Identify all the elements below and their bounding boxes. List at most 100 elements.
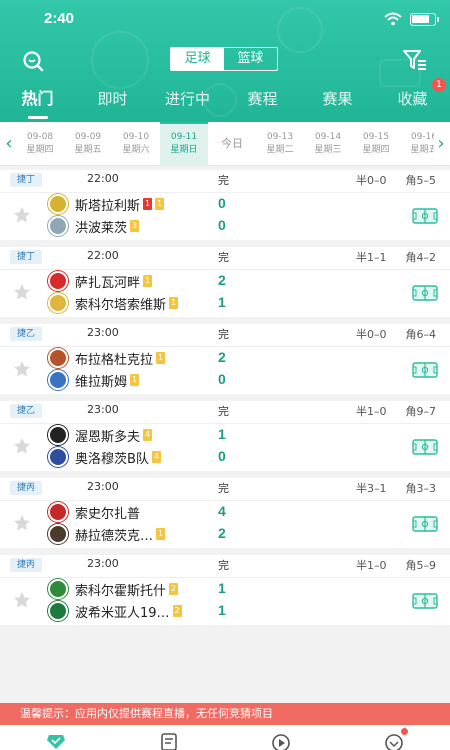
corner-count: 角5–9 bbox=[405, 559, 437, 572]
tab-live[interactable]: 即时 bbox=[75, 86, 150, 120]
date-label: 09-14 bbox=[314, 132, 342, 142]
favorite-star-icon[interactable] bbox=[13, 206, 31, 224]
yellow-card-count: 1 bbox=[155, 198, 165, 210]
league-tag: 捷丙 bbox=[10, 558, 43, 572]
away-team: 奥洛穆茨B队 4 bbox=[48, 447, 218, 467]
nav-news[interactable] bbox=[113, 725, 226, 750]
home-score: 2 bbox=[218, 272, 226, 288]
match-row[interactable]: 捷丙 23:00 完半3–1 角3–3 索史尔扎普 赫拉德茨克… 1 4 2 bbox=[0, 478, 450, 548]
filter-icon[interactable] bbox=[402, 48, 428, 72]
team-name: 布拉格杜克拉 bbox=[75, 352, 154, 368]
date-bar: ‹ 09-08 星期四 09-09 星期五 09-10 星期六 09-11 星期日 今日 09-1… bbox=[0, 122, 450, 166]
tab-basketball[interactable]: 篮球 bbox=[224, 48, 277, 70]
yellow-card-count: 3 bbox=[130, 220, 140, 232]
match-row[interactable]: 捷丁 22:00 完半1–1 角4–2 萨扎瓦河畔 1 索科尔塔索维斯 1 2 1 bbox=[0, 247, 450, 317]
divider bbox=[0, 269, 450, 270]
home-score: 4 bbox=[218, 503, 226, 519]
team-name: 斯塔拉利斯 bbox=[75, 198, 141, 214]
match-status: 完 bbox=[218, 482, 229, 495]
date-label: 09-16 bbox=[410, 132, 434, 142]
corner-count: 角6–4 bbox=[405, 328, 437, 341]
favorite-star-icon[interactable] bbox=[13, 283, 31, 301]
tab-results[interactable]: 赛果 bbox=[300, 86, 375, 120]
tab-in-progress[interactable]: 进行中 bbox=[150, 86, 225, 120]
team-logo-icon bbox=[48, 271, 68, 291]
tab-football[interactable]: 足球 bbox=[171, 48, 224, 70]
match-row[interactable]: 捷乙 23:00 完半1–0 角9–7 渥恩斯多夫 4 奥洛穆茨B队 4 1 0 bbox=[0, 401, 450, 471]
weekday-label: 星期五 bbox=[410, 145, 434, 155]
favorite-star-icon[interactable] bbox=[13, 591, 31, 609]
favorites-badge: 1 bbox=[432, 78, 446, 92]
search-icon[interactable] bbox=[22, 50, 44, 72]
nav-profile[interactable] bbox=[338, 725, 450, 750]
match-row[interactable]: 捷丁 22:00 完半0–0 角5–5 斯塔拉利斯 1 1 洪波莱茨 3 0 0 bbox=[0, 170, 450, 240]
date-label: 09-15 bbox=[362, 132, 390, 142]
pitch-icon[interactable] bbox=[412, 593, 438, 609]
divider bbox=[0, 192, 450, 193]
match-status: 完 bbox=[218, 174, 229, 187]
profile-icon bbox=[384, 734, 403, 750]
chevron-left-icon[interactable]: ‹ bbox=[2, 134, 16, 154]
red-card-count: 1 bbox=[143, 198, 153, 210]
match-header: 捷乙 23:00 完 半1–0 角9–7 bbox=[0, 401, 450, 419]
yellow-card-count: 1 bbox=[143, 275, 153, 287]
match-header: 捷丁 22:00 完 半0–0 角5–5 bbox=[0, 170, 450, 188]
notification-dot bbox=[400, 728, 408, 735]
tab-schedule[interactable]: 赛程 bbox=[225, 86, 300, 120]
team-name: 赫拉德茨克… bbox=[75, 528, 154, 544]
yellow-card-count: 4 bbox=[151, 451, 161, 463]
away-score: 1 bbox=[218, 294, 226, 310]
yellow-card-count: 1 bbox=[130, 374, 140, 386]
team-logo-icon bbox=[48, 348, 68, 368]
date-item[interactable]: 09-10 星期六 bbox=[112, 122, 160, 166]
home-team: 索史尔扎普 bbox=[48, 502, 218, 522]
date-item[interactable]: 09-16 星期五 bbox=[400, 122, 434, 166]
date-item[interactable]: 09-14 星期三 bbox=[304, 122, 352, 166]
team-name: 渥恩斯多夫 bbox=[75, 429, 141, 445]
tab-favorites[interactable]: 收藏 1 bbox=[375, 78, 450, 120]
match-header: 捷丙 23:00 完 半3–1 角3–3 bbox=[0, 478, 450, 496]
away-team: 索科尔塔索维斯 1 bbox=[48, 293, 218, 313]
date-today[interactable]: 今日 bbox=[208, 122, 256, 166]
date-item[interactable]: 09-09 星期五 bbox=[64, 122, 112, 166]
date-item[interactable]: 09-15 星期四 bbox=[352, 122, 400, 166]
favorite-star-icon[interactable] bbox=[13, 437, 31, 455]
bottom-nav bbox=[0, 725, 450, 750]
chevron-right-icon[interactable]: › bbox=[434, 134, 448, 154]
pitch-icon[interactable] bbox=[412, 208, 438, 224]
pitch-icon[interactable] bbox=[412, 516, 438, 532]
pitch-icon[interactable] bbox=[412, 285, 438, 301]
match-list: 捷丁 22:00 完半0–0 角5–5 斯塔拉利斯 1 1 洪波莱茨 3 0 0 捷丁 22:00 完半1… bbox=[0, 170, 450, 632]
home-score: 0 bbox=[218, 195, 226, 211]
match-row[interactable]: 捷乙 23:00 完半0–0 角6–4 布拉格杜克拉 1 维拉斯姆 1 2 0 bbox=[0, 324, 450, 394]
tab-results-label: 赛果 bbox=[322, 90, 353, 108]
half-score: 半1–0 bbox=[356, 559, 387, 572]
pitch-icon[interactable] bbox=[412, 362, 438, 378]
away-score: 0 bbox=[218, 448, 226, 464]
tab-in-progress-label: 进行中 bbox=[164, 90, 210, 108]
nav-home[interactable] bbox=[0, 725, 113, 750]
tab-hot[interactable]: 热门 bbox=[0, 86, 75, 120]
favorite-star-icon[interactable] bbox=[13, 514, 31, 532]
date-item[interactable]: 09-13 星期二 bbox=[256, 122, 304, 166]
home-team: 萨扎瓦河畔 1 bbox=[48, 271, 218, 291]
date-item[interactable]: 09-11 星期日 bbox=[160, 122, 208, 166]
half-score: 半3–1 bbox=[356, 482, 387, 495]
corner-count: 角9–7 bbox=[405, 405, 437, 418]
match-header: 捷丁 22:00 完 半1–1 角4–2 bbox=[0, 247, 450, 265]
tab-schedule-label: 赛程 bbox=[247, 90, 278, 108]
match-row[interactable]: 捷丙 23:00 完半1–0 角5–9 索科尔霍斯托什 2 波希米亚人19… 2 1 1 bbox=[0, 555, 450, 625]
nav-video[interactable] bbox=[225, 725, 338, 750]
home-score: 2 bbox=[218, 349, 226, 365]
away-team: 维拉斯姆 1 bbox=[48, 370, 218, 390]
home-score: 1 bbox=[218, 580, 226, 596]
half-score: 半0–0 bbox=[356, 328, 387, 341]
battery-level bbox=[412, 14, 429, 23]
pitch-icon[interactable] bbox=[412, 439, 438, 455]
match-status: 完 bbox=[218, 328, 229, 341]
favorite-star-icon[interactable] bbox=[13, 360, 31, 378]
league-tag: 捷乙 bbox=[10, 327, 43, 341]
date-item[interactable]: 09-08 星期四 bbox=[16, 122, 64, 166]
corner-count: 角5–5 bbox=[405, 174, 437, 187]
status-bar: 2:40 bbox=[0, 0, 450, 40]
